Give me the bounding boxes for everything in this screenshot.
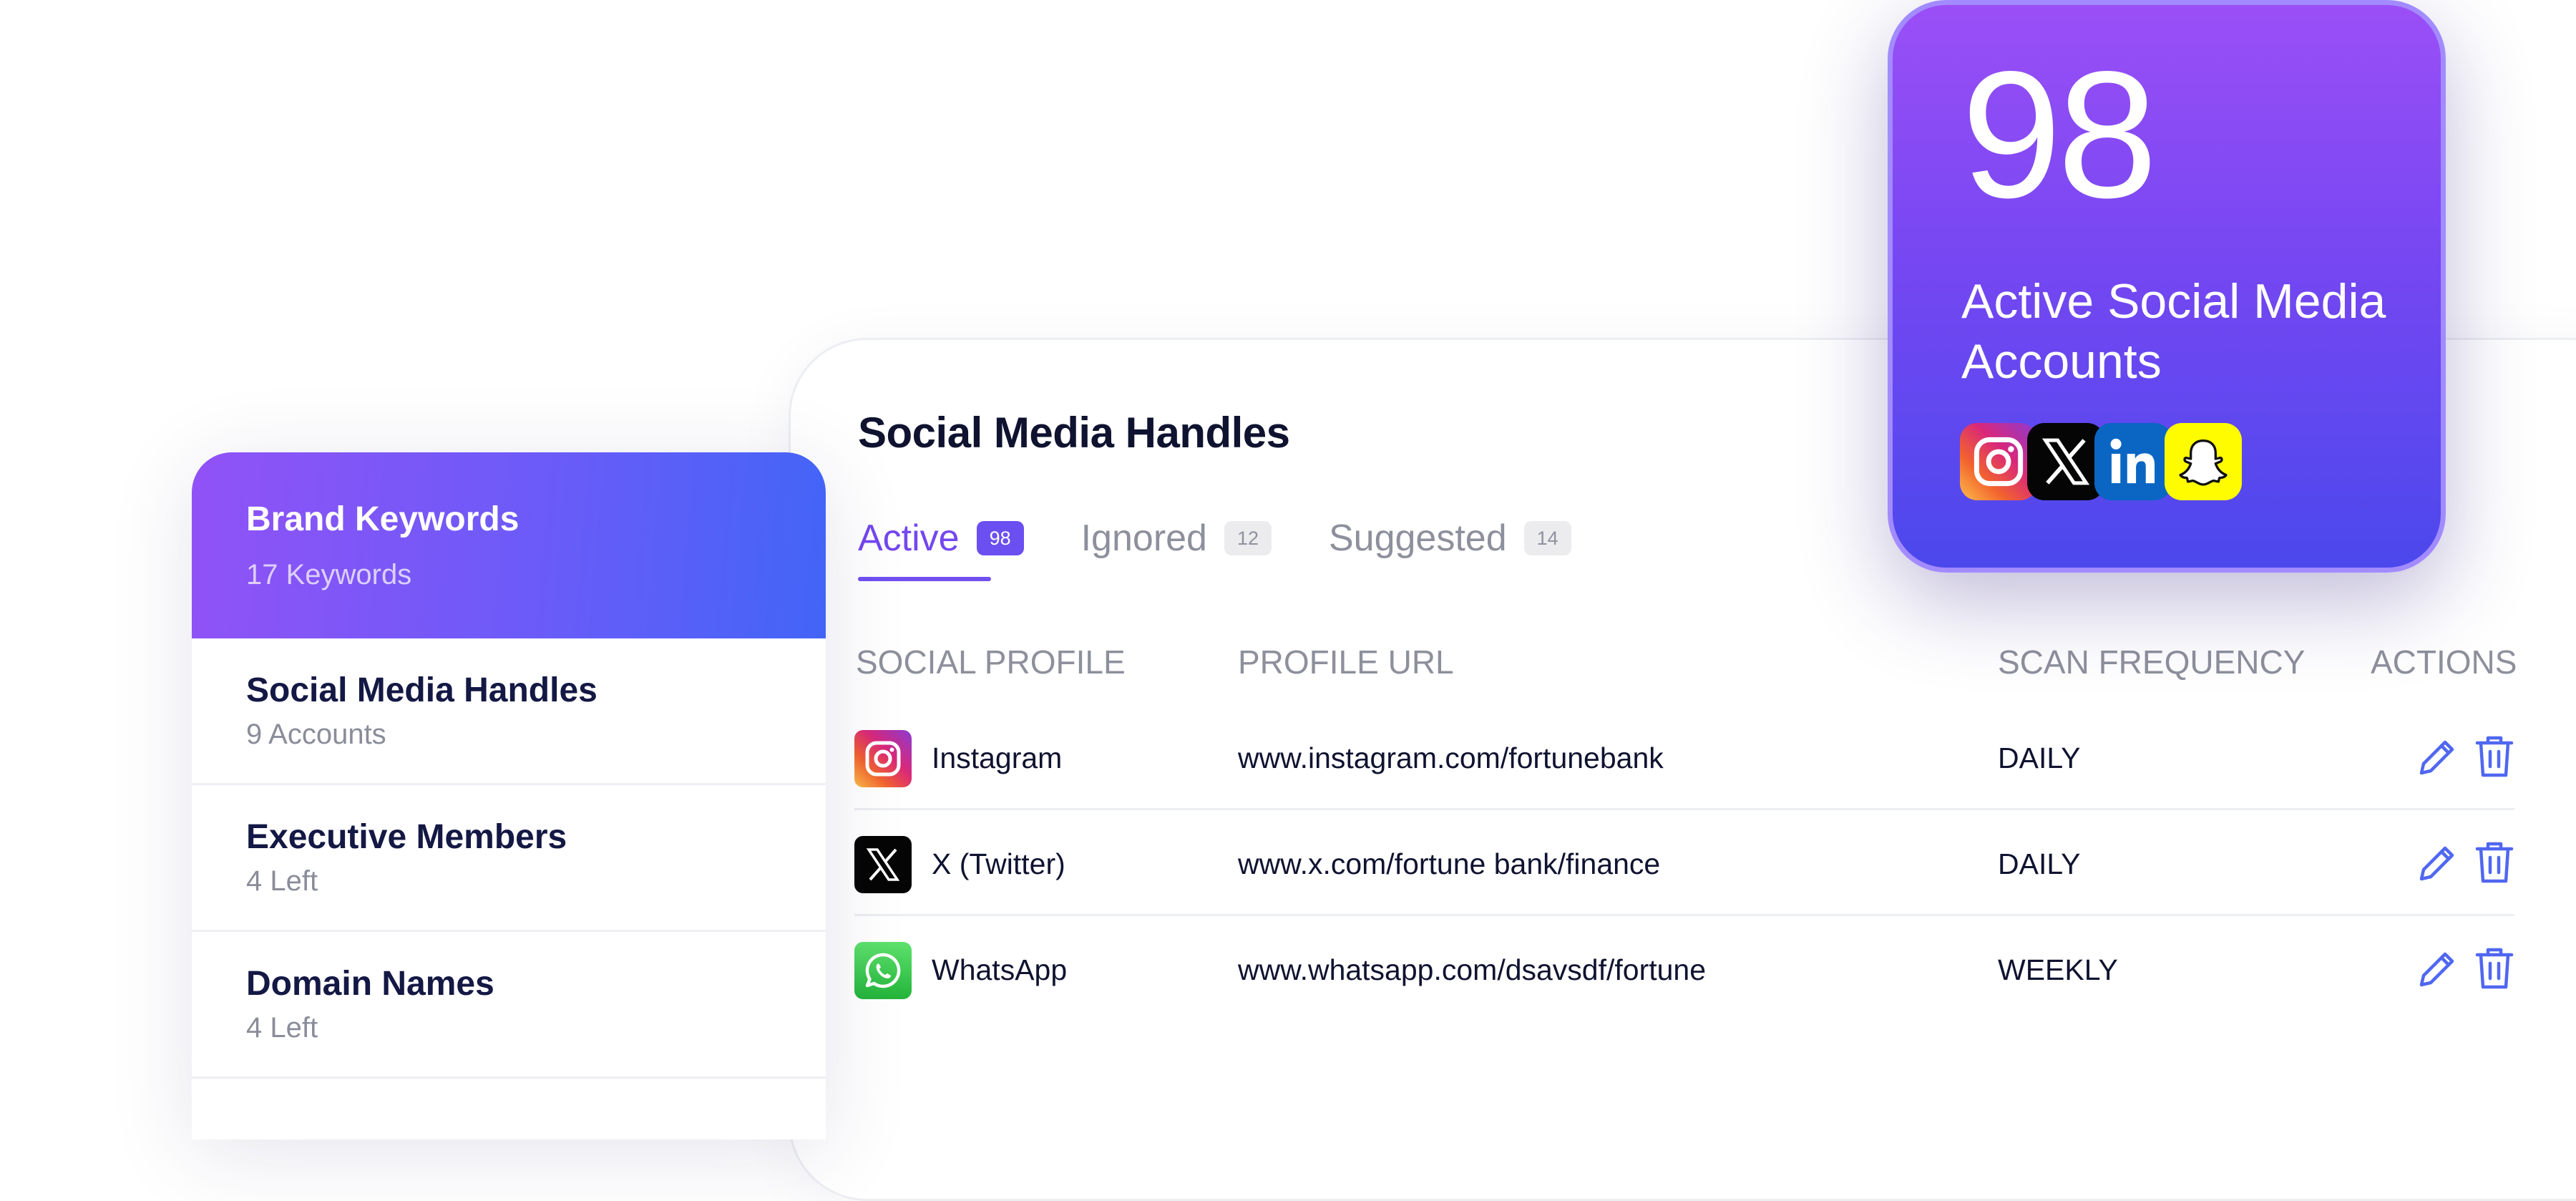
- instagram-logo-icon: [1960, 423, 2037, 500]
- category-brand-keywords[interactable]: Brand Keywords 17 Keywords: [192, 452, 826, 638]
- whatsapp-logo-icon: [854, 942, 912, 999]
- tab-ignored-count-badge: 12: [1224, 521, 1272, 555]
- tab-suggested-count-badge: 14: [1523, 521, 1571, 555]
- profile-url: www.whatsapp.com/dsavsdf/fortune: [1238, 953, 1707, 986]
- category-title: Domain Names: [246, 965, 494, 1003]
- category-subtitle: 9 Accounts: [246, 719, 386, 750]
- tab-bar: Active 98 Ignored 12 Suggested 14: [858, 517, 1629, 560]
- page-title: Social Media Handles: [858, 409, 1290, 457]
- profile-name: Instagram: [932, 741, 1063, 774]
- profile-name: WhatsApp: [932, 953, 1068, 986]
- active-tab-indicator: [858, 577, 991, 581]
- category-subtitle: 17 Keywords: [246, 559, 412, 590]
- category-domain-names[interactable]: Domain Names 4 Left: [192, 932, 826, 1079]
- trash-icon[interactable]: [2473, 733, 2516, 780]
- instagram-logo-icon: [854, 730, 912, 787]
- tab-suggested-label: Suggested: [1328, 517, 1507, 559]
- table-row: Instagram www.instagram.com/fortunebank …: [854, 704, 2514, 810]
- pencil-icon[interactable]: [2414, 946, 2460, 992]
- stat-number: 98: [1961, 34, 2157, 235]
- column-header-profile-url: PROFILE URL: [1238, 643, 1454, 681]
- category-subtitle: 4 Left: [246, 1012, 318, 1044]
- trash-icon[interactable]: [2473, 945, 2516, 992]
- profile-url: www.x.com/fortune bank/finance: [1238, 847, 1661, 880]
- x-logo-icon: [854, 836, 912, 893]
- table-row: X (Twitter) www.x.com/fortune bank/finan…: [854, 810, 2514, 916]
- scan-frequency: DAILY: [1998, 741, 2081, 774]
- linkedin-logo-icon: [2094, 423, 2172, 500]
- category-title: Brand Keywords: [246, 500, 519, 538]
- tab-active-count-badge: 98: [976, 521, 1024, 555]
- category-subtitle: 4 Left: [246, 865, 318, 897]
- category-title: Social Media Handles: [246, 671, 597, 709]
- category-executive-members[interactable]: Executive Members 4 Left: [192, 785, 826, 932]
- tab-ignored[interactable]: Ignored 12: [1081, 517, 1272, 560]
- scan-frequency: WEEKLY: [1998, 953, 2118, 986]
- tab-ignored-label: Ignored: [1080, 517, 1207, 559]
- x-logo-icon: [2027, 423, 2104, 500]
- tab-active-label: Active: [858, 517, 960, 559]
- category-list-card: Brand Keywords 17 Keywords Social Media …: [192, 452, 826, 1139]
- stat-label: Active Social Media Accounts: [1961, 274, 2386, 389]
- column-header-social-profile: SOCIAL PROFILE: [856, 643, 1126, 681]
- profile-url: www.instagram.com/fortunebank: [1238, 741, 1664, 774]
- category-title: Executive Members: [246, 818, 567, 856]
- column-header-scan-frequency: SCAN FREQUENCY: [1998, 643, 2306, 681]
- scan-frequency: DAILY: [1998, 847, 2081, 880]
- active-accounts-stat-card: 98 Active Social Media Accounts: [1888, 0, 2446, 573]
- profile-name: X (Twitter): [932, 847, 1065, 880]
- pencil-icon[interactable]: [2414, 840, 2460, 886]
- snapchat-logo-icon: [2165, 423, 2242, 500]
- tab-active[interactable]: Active 98: [858, 517, 1024, 560]
- trash-icon[interactable]: [2473, 839, 2516, 886]
- column-header-actions: ACTIONS: [2371, 643, 2517, 681]
- tab-suggested[interactable]: Suggested 14: [1329, 517, 1571, 560]
- category-social-media-handles[interactable]: Social Media Handles 9 Accounts: [192, 638, 826, 785]
- pencil-icon[interactable]: [2414, 734, 2460, 780]
- table-row: WhatsApp www.whatsapp.com/dsavsdf/fortun…: [854, 916, 2514, 1022]
